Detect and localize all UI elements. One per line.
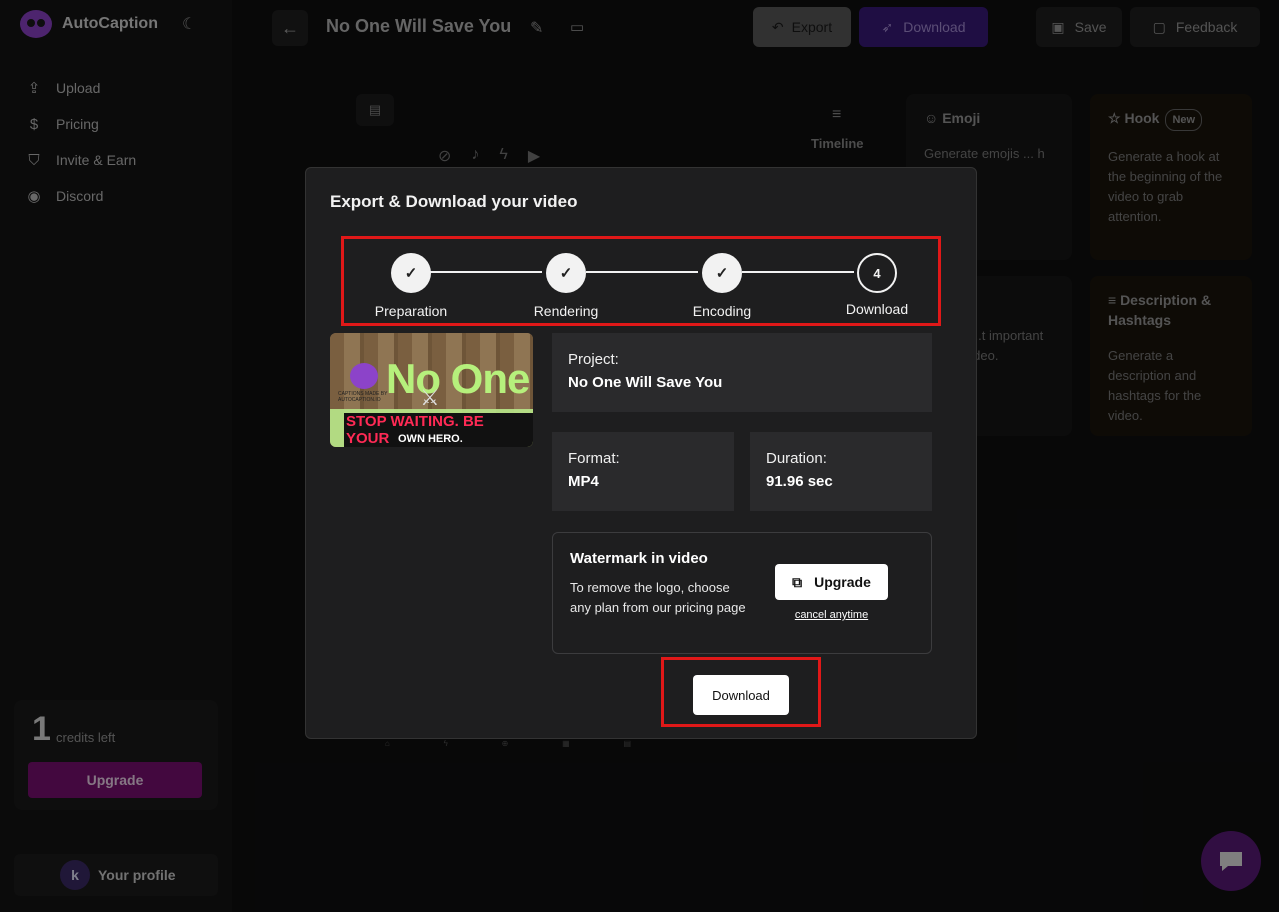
step-label: Preparation [374, 303, 448, 319]
format-label: Format: [568, 450, 620, 467]
step-label: Encoding [692, 303, 752, 319]
step-preparation: ✓ Preparation [356, 253, 466, 319]
download-button[interactable]: Download [693, 675, 789, 715]
thumbnail-caption-line2: OWN HERO. [396, 433, 465, 445]
upgrade-button[interactable]: ⧉ Upgrade [775, 564, 888, 600]
export-modal: Export & Download your video ✓ Preparati… [305, 167, 977, 739]
video-thumbnail: No One CAPTIONS MADE BY AUTOCAPTION.IO ⚔… [330, 333, 533, 447]
swords-icon: ⚔ [420, 385, 440, 410]
owl-watermark-icon [350, 363, 378, 389]
step-download: 4 Download [822, 253, 932, 317]
watermark-text: To remove the logo, choose any plan from… [570, 580, 746, 615]
modal-title: Export & Download your video [330, 192, 578, 211]
duration-value: 91.96 sec [766, 473, 833, 490]
step-label: Rendering [533, 303, 599, 319]
format-card: Format: MP4 [552, 432, 734, 511]
step-label: Download [845, 301, 909, 317]
format-value: MP4 [568, 473, 599, 490]
watermark-panel: Watermark in video To remove the logo, c… [552, 532, 932, 654]
duration-label: Duration: [766, 450, 827, 467]
thumbnail-credit: CAPTIONS MADE BY AUTOCAPTION.IO [338, 391, 388, 403]
project-label: Project: [568, 351, 619, 368]
check-icon: ✓ [391, 253, 431, 293]
project-card: Project: No One Will Save You [552, 333, 932, 412]
duration-card: Duration: 91.96 sec [750, 432, 932, 511]
step-rendering: ✓ Rendering [511, 253, 621, 319]
download-highlight: Download [661, 657, 821, 727]
upgrade-label: Upgrade [814, 574, 871, 590]
watermark-title: Watermark in video [570, 550, 708, 567]
project-value: No One Will Save You [568, 374, 723, 391]
step-number: 4 [857, 253, 897, 293]
check-icon: ✓ [702, 253, 742, 293]
cancel-anytime-link[interactable]: cancel anytime [775, 609, 888, 621]
step-encoding: ✓ Encoding [667, 253, 777, 319]
check-icon: ✓ [546, 253, 586, 293]
external-link-icon: ⧉ [792, 573, 803, 590]
progress-steps: ✓ Preparation ✓ Rendering ✓ Encoding 4 D… [341, 236, 941, 326]
